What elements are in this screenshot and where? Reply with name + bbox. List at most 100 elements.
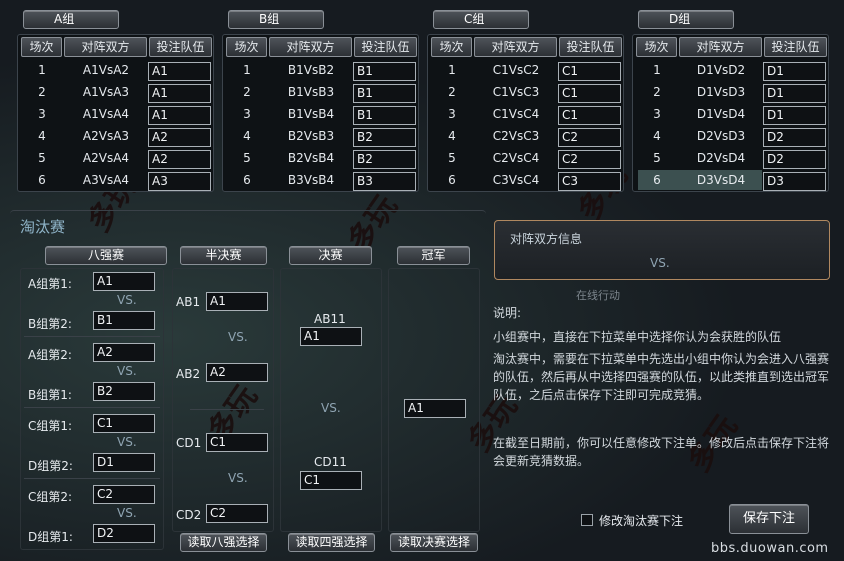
match-info-vs: VS.	[650, 256, 670, 270]
read-top4-button[interactable]: 读取四强选择	[288, 533, 375, 552]
match-cell[interactable]: C1VsC2	[475, 60, 557, 80]
bet-select[interactable]: B2	[353, 128, 416, 147]
bet-select[interactable]: A2	[148, 150, 211, 169]
match-cell[interactable]: B3VsB4	[270, 170, 352, 190]
match-cell[interactable]: D2VsD3	[680, 126, 762, 146]
match-cell[interactable]: B2VsB3	[270, 126, 352, 146]
bet-select[interactable]: B2	[353, 150, 416, 169]
bet-select[interactable]: B1	[353, 62, 416, 81]
top8-slot-label: C组第2:	[28, 490, 73, 504]
header-match: 对阵双方	[474, 37, 557, 57]
bet-select[interactable]: A3	[148, 172, 211, 191]
bet-select[interactable]: C1	[558, 84, 621, 103]
tab-champion[interactable]: 冠军	[397, 246, 470, 265]
final-slot-label: AB11	[314, 312, 346, 326]
match-cell[interactable]: B1VsB4	[270, 104, 352, 124]
match-cell[interactable]: C3VsC4	[475, 170, 557, 190]
tab-top8[interactable]: 八强赛	[45, 246, 167, 265]
semi-select[interactable]: A1	[206, 292, 268, 311]
header-round: 场次	[21, 37, 62, 57]
match-cell[interactable]: D1VsD3	[680, 82, 762, 102]
bet-select[interactable]: B1	[353, 106, 416, 125]
bet-select[interactable]: C3	[558, 172, 621, 191]
bet-select[interactable]: C2	[558, 128, 621, 147]
notes-p2: 淘汰赛中，需要在下拉菜单中先选出小组中你认为会进入八强赛的队伍，然后再从中选择四…	[493, 352, 830, 402]
top8-vs: VS.	[117, 435, 137, 449]
bet-select[interactable]: D2	[763, 128, 826, 147]
match-cell[interactable]: C2VsC3	[475, 126, 557, 146]
match-cell[interactable]: D3VsD4	[680, 170, 762, 190]
match-cell[interactable]: C2VsC4	[475, 148, 557, 168]
bet-select[interactable]: D1	[763, 106, 826, 125]
match-cell[interactable]: B1VsB2	[270, 60, 352, 80]
match-cell[interactable]: A3VsA4	[65, 170, 147, 190]
bet-select[interactable]: A1	[148, 106, 211, 125]
final-vs: VS.	[321, 401, 341, 415]
bet-select[interactable]: B3	[353, 172, 416, 191]
divider	[24, 478, 160, 479]
top8-select[interactable]: A1	[93, 272, 155, 291]
tab-final[interactable]: 决赛	[289, 246, 372, 265]
bet-select[interactable]: D3	[763, 172, 826, 191]
bet-select[interactable]: D2	[763, 150, 826, 169]
match-cell[interactable]: C1VsC3	[475, 82, 557, 102]
tab-semi[interactable]: 半决赛	[180, 246, 267, 265]
final-select-2[interactable]: C1	[300, 471, 362, 490]
round-number: 3	[448, 107, 456, 121]
champion-select[interactable]: A1	[404, 399, 466, 418]
round-number: 1	[653, 63, 661, 77]
match-cell[interactable]: A1VsA4	[65, 104, 147, 124]
match-cell[interactable]: D1VsD2	[680, 60, 762, 80]
match-cell[interactable]: A2VsA4	[65, 148, 147, 168]
match-cell[interactable]: D2VsD4	[680, 148, 762, 168]
top8-slot-label: D组第1:	[28, 530, 73, 544]
semi-vs: VS.	[228, 471, 248, 485]
bet-select[interactable]: C1	[558, 106, 621, 125]
header-match: 对阵双方	[64, 37, 147, 57]
bet-select[interactable]: A1	[148, 84, 211, 103]
header-round: 场次	[431, 37, 472, 57]
bet-select[interactable]: C2	[558, 150, 621, 169]
group-title: A组	[23, 10, 119, 29]
read-top8-button[interactable]: 读取八强选择	[180, 533, 267, 552]
match-cell[interactable]: A1VsA3	[65, 82, 147, 102]
bet-select[interactable]: A1	[148, 62, 211, 81]
bet-select[interactable]: D1	[763, 62, 826, 81]
divider	[24, 336, 160, 337]
round-number: 4	[448, 129, 456, 143]
header-bet: 投注队伍	[764, 37, 827, 57]
top8-select[interactable]: C2	[93, 485, 155, 504]
top8-select[interactable]: D2	[93, 524, 155, 543]
semi-select[interactable]: A2	[206, 363, 268, 382]
top8-select[interactable]: A2	[93, 343, 155, 362]
top8-select[interactable]: C1	[93, 414, 155, 433]
round-number: 5	[38, 151, 46, 165]
top8-vs: VS.	[117, 364, 137, 378]
final-box	[280, 268, 382, 532]
bet-select[interactable]: B1	[353, 84, 416, 103]
read-final-button[interactable]: 读取决赛选择	[390, 533, 478, 552]
bet-select[interactable]: A2	[148, 128, 211, 147]
divider	[190, 409, 264, 410]
notes-p1: 小组赛中，直接在下拉菜单中选择你认为会获胜的队伍	[493, 330, 782, 344]
top8-select[interactable]: D1	[93, 453, 155, 472]
match-cell[interactable]: A1VsA2	[65, 60, 147, 80]
bet-select[interactable]: D1	[763, 84, 826, 103]
match-cell[interactable]: C1VsC4	[475, 104, 557, 124]
semi-select[interactable]: C2	[206, 504, 268, 523]
modify-checkbox[interactable]	[581, 514, 593, 526]
round-number: 5	[448, 151, 456, 165]
match-cell[interactable]: D1VsD4	[680, 104, 762, 124]
bet-select[interactable]: C1	[558, 62, 621, 81]
semi-select[interactable]: C1	[206, 433, 268, 452]
save-button[interactable]: 保存下注	[729, 504, 809, 534]
top8-select[interactable]: B2	[93, 382, 155, 401]
round-number: 2	[38, 85, 46, 99]
final-select-1[interactable]: A1	[300, 327, 362, 346]
match-cell[interactable]: A2VsA3	[65, 126, 147, 146]
match-cell[interactable]: B1VsB3	[270, 82, 352, 102]
match-cell[interactable]: B2VsB4	[270, 148, 352, 168]
round-number: 3	[38, 107, 46, 121]
top8-select[interactable]: B1	[93, 311, 155, 330]
top8-slot-label: B组第1:	[28, 388, 72, 402]
